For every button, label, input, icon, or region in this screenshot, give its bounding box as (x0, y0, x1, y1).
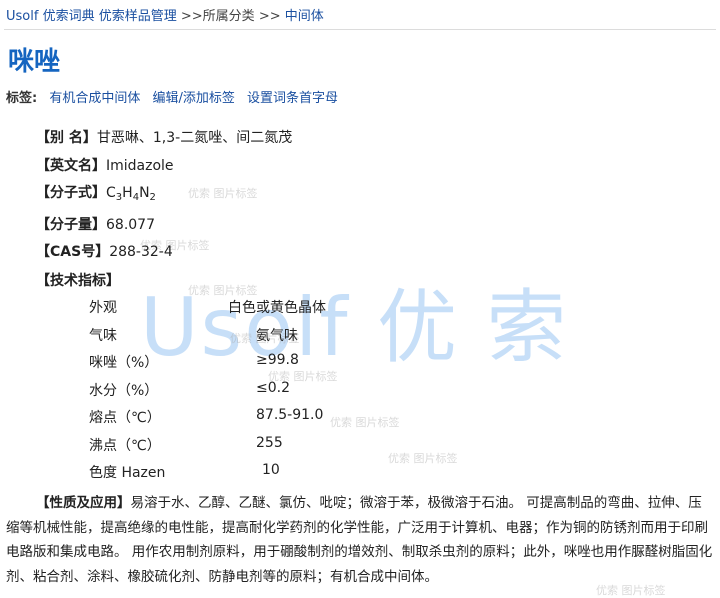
english-name-label: 【英文名】 (36, 158, 106, 174)
spec-value: ≥99.8 (256, 352, 299, 368)
spec-key: 熔点（℃） (89, 410, 161, 426)
breadcrumb-separator: >> (258, 9, 281, 24)
breadcrumb-separator: >> (180, 9, 203, 24)
spec-key: 沸点（℃） (89, 438, 161, 454)
spec-key: 水分（%） (89, 383, 159, 399)
tech-spec-label: 【技术指标】 (36, 273, 120, 289)
alias-row: 【别 名】甘恶啉、1,3-二氮唑、间二氮茂 (36, 127, 292, 147)
spec-value: 白色或黄色晶体 (228, 300, 326, 316)
spec-value: 氨气味 (256, 328, 298, 344)
spec-value: 10 (262, 462, 280, 478)
tag-link[interactable]: 有机合成中间体 (49, 91, 140, 106)
spec-key: 色度 Hazen (89, 465, 166, 481)
english-name-row: 【英文名】Imidazole (36, 155, 174, 175)
set-initial-link[interactable]: 设置词条首字母 (247, 91, 338, 106)
english-name-value: Imidazole (106, 158, 174, 174)
tech-spec-heading: 【技术指标】 (36, 270, 120, 290)
weight-value: 68.077 (106, 217, 155, 233)
formula-row: 【分子式】C3H4N2 (36, 182, 156, 203)
alias-label: 【别 名】 (36, 130, 97, 146)
cas-label: 【CAS号】 (36, 244, 110, 260)
formula-value: C3H4N2 (106, 185, 156, 203)
usage-label: 【性质及应用】 (36, 495, 131, 511)
watermark-logo: Usolf 优 索 (140, 281, 569, 374)
spec-key: 咪唑（%） (89, 355, 159, 371)
page-title: 咪唑 (8, 47, 61, 77)
weight-row: 【分子量】68.077 (36, 214, 155, 234)
breadcrumb: Usolf 优索词典 优索样品管理 >>所属分类 >> 中间体 (6, 5, 324, 24)
breadcrumb-site-link[interactable]: Usolf 优索词典 (6, 9, 95, 24)
spec-value: 255 (256, 435, 283, 451)
watermark-small: 优索 图片标签 (188, 284, 258, 297)
breadcrumb-section-link[interactable]: 优索样品管理 (99, 9, 177, 24)
breadcrumb-category: 所属分类 (202, 9, 255, 24)
breadcrumb-current-link[interactable]: 中间体 (285, 9, 324, 24)
spec-value: ≤0.2 (256, 380, 290, 396)
watermark-small: 优索 图片标签 (388, 452, 458, 465)
header-divider (4, 29, 716, 30)
usage-description: 【性质及应用】易溶于水、乙醇、乙醚、氯仿、吡啶；微溶于苯，极微溶于石油。 可提高… (6, 491, 714, 589)
spec-key: 外观 (89, 300, 117, 316)
cas-row: 【CAS号】288-32-4 (36, 241, 173, 261)
tag-bar: 标签: 有机合成中间体 编辑/添加标签 设置词条首字母 (6, 87, 338, 106)
watermark-small: 优索 图片标签 (330, 416, 400, 429)
edit-tags-link[interactable]: 编辑/添加标签 (153, 91, 235, 106)
spec-value: 87.5-91.0 (256, 407, 324, 423)
tags-label: 标签: (6, 91, 38, 106)
alias-value: 甘恶啉、1,3-二氮唑、间二氮茂 (96, 130, 293, 146)
cas-value: 288-32-4 (109, 244, 173, 260)
weight-label: 【分子量】 (36, 217, 106, 233)
watermark-small: 优索 图片标签 (188, 187, 258, 200)
spec-key: 气味 (89, 328, 117, 344)
formula-label: 【分子式】 (36, 185, 106, 201)
